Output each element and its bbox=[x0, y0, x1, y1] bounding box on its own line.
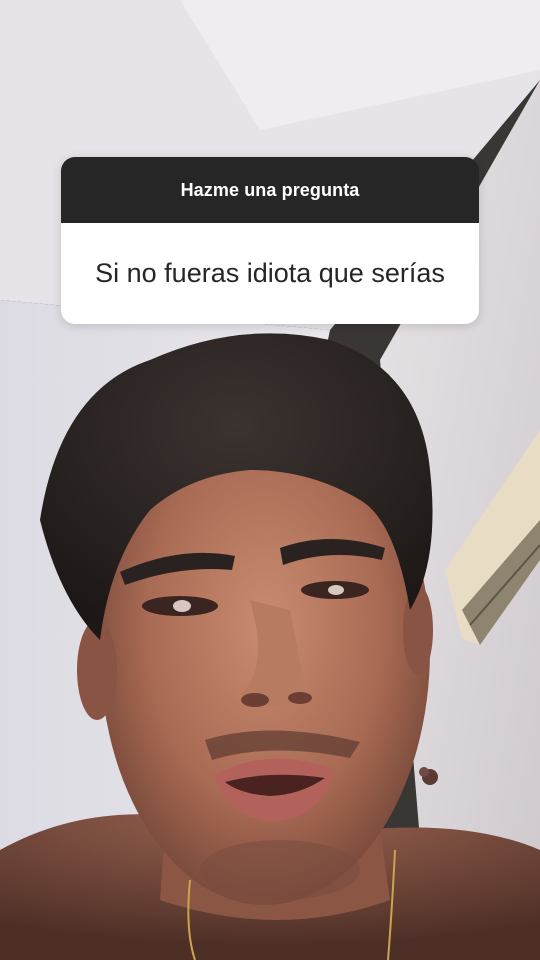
question-sticker-text: Si no fueras idiota que serías bbox=[61, 223, 479, 324]
question-sticker-header: Hazme una pregunta bbox=[61, 157, 479, 223]
selfie-photo bbox=[0, 0, 540, 960]
story-viewer: Hazme una pregunta Si no fueras idiota q… bbox=[0, 0, 540, 960]
question-sticker[interactable]: Hazme una pregunta Si no fueras idiota q… bbox=[61, 157, 479, 324]
